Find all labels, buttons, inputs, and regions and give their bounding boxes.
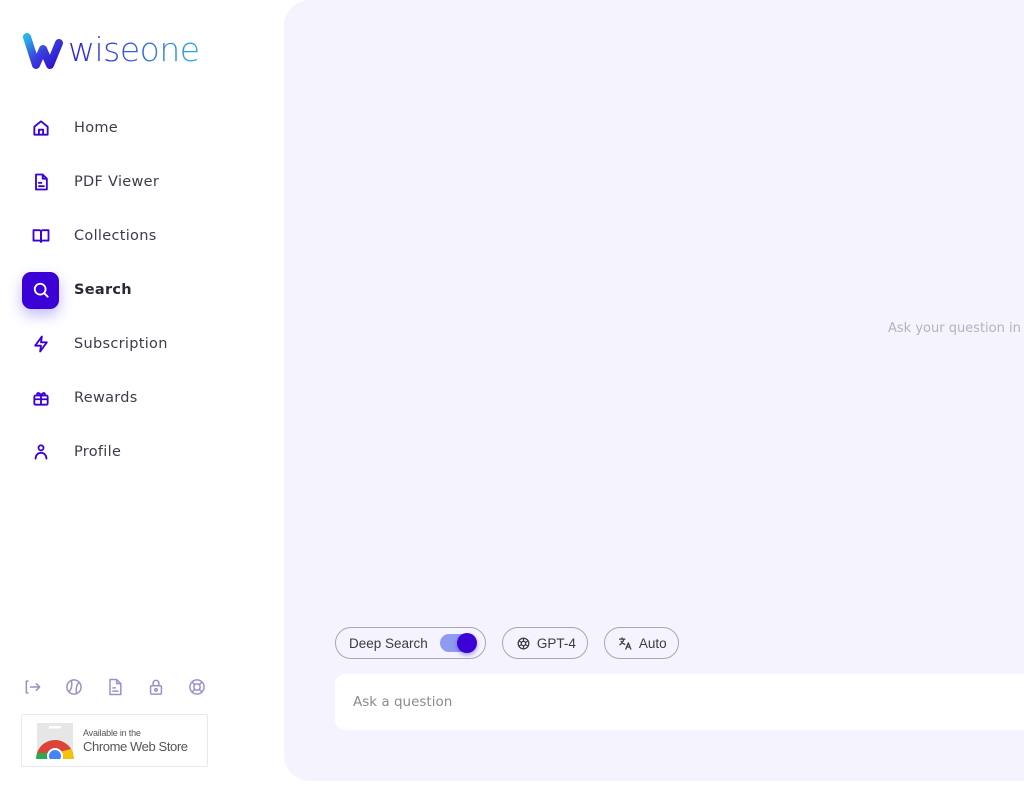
chrome-badge-big-text: Chrome Web Store bbox=[83, 738, 188, 754]
search-options: Deep Search GPT-4 Auto bbox=[335, 627, 679, 659]
main-panel: Ask your question in t Deep Search GPT-4 bbox=[284, 0, 1024, 781]
sidebar-item-label: Rewards bbox=[74, 390, 138, 406]
lifebuoy-icon[interactable] bbox=[186, 676, 208, 698]
sidebar-item-search[interactable]: Search bbox=[22, 271, 168, 309]
language-selector-chip[interactable]: Auto bbox=[603, 627, 679, 659]
lock-icon[interactable] bbox=[145, 676, 167, 698]
sidebar-item-label: PDF Viewer bbox=[74, 174, 160, 190]
home-icon bbox=[22, 110, 59, 147]
deep-search-toggle-chip[interactable]: Deep Search bbox=[335, 627, 486, 659]
deep-search-label: Deep Search bbox=[349, 635, 428, 651]
model-selector-chip[interactable]: GPT-4 bbox=[501, 627, 588, 659]
sidebar-item-label: Profile bbox=[74, 444, 122, 460]
sidebar-item-label: Collections bbox=[74, 228, 157, 244]
openai-icon bbox=[516, 636, 531, 651]
translate-icon bbox=[618, 636, 633, 651]
sidebar-item-home[interactable]: Home bbox=[22, 109, 168, 147]
chrome-badge-small-text: Available in the bbox=[83, 727, 141, 738]
wiseone-logo-icon bbox=[23, 33, 63, 69]
chrome-web-store-badge[interactable]: Available in the Chrome Web Store bbox=[21, 714, 208, 767]
sidebar-item-label: Search bbox=[74, 282, 132, 298]
model-label: GPT-4 bbox=[536, 635, 576, 651]
toggle-knob bbox=[456, 633, 477, 653]
lightning-icon bbox=[22, 326, 59, 363]
globe-icon[interactable] bbox=[63, 676, 85, 698]
search-icon bbox=[22, 271, 59, 309]
sidebar-item-collections[interactable]: Collections bbox=[22, 217, 168, 255]
footer-icons bbox=[22, 676, 208, 698]
chrome-logo-icon bbox=[36, 722, 74, 759]
sidebar-item-profile[interactable]: Profile bbox=[22, 433, 168, 471]
logout-icon[interactable] bbox=[22, 676, 44, 698]
document-icon[interactable] bbox=[104, 676, 126, 698]
deep-search-toggle[interactable] bbox=[439, 633, 477, 653]
sidebar: wiseone Home PDF Viewer Collections Sear… bbox=[0, 0, 284, 789]
user-icon bbox=[22, 434, 59, 471]
sidebar-item-rewards[interactable]: Rewards bbox=[22, 379, 168, 417]
sidebar-nav: Home PDF Viewer Collections Search Subsc… bbox=[22, 109, 168, 487]
logo[interactable]: wiseone bbox=[22, 30, 200, 72]
sidebar-item-label: Subscription bbox=[74, 336, 168, 352]
brand-name: wiseone bbox=[68, 29, 200, 69]
book-open-icon bbox=[22, 218, 59, 255]
sidebar-item-label: Home bbox=[74, 120, 119, 136]
sidebar-item-pdf-viewer[interactable]: PDF Viewer bbox=[22, 163, 168, 201]
question-input[interactable] bbox=[335, 674, 1024, 730]
sidebar-item-subscription[interactable]: Subscription bbox=[22, 325, 168, 363]
gift-icon bbox=[22, 380, 59, 417]
language-label: Auto bbox=[638, 635, 667, 651]
file-text-icon bbox=[22, 164, 59, 201]
empty-state-message: Ask your question in t bbox=[888, 321, 1024, 336]
